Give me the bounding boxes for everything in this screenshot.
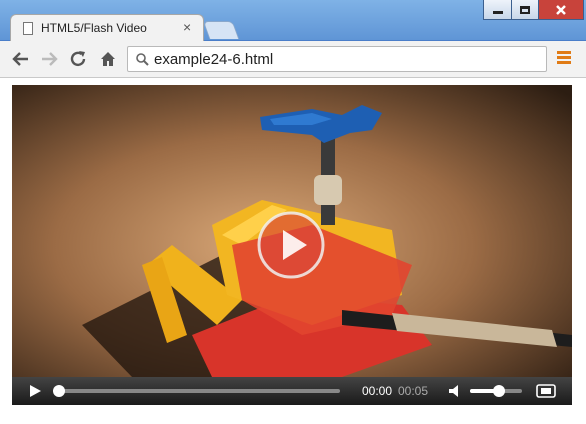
- minimize-icon: [492, 11, 503, 14]
- duration: 00:05: [398, 384, 429, 398]
- minimize-button[interactable]: [483, 0, 512, 20]
- maximize-button[interactable]: [511, 0, 539, 20]
- tab-close-icon[interactable]: ×: [183, 19, 191, 35]
- seek-knob[interactable]: [53, 385, 65, 397]
- search-icon: [136, 53, 149, 66]
- document-icon: [23, 22, 33, 35]
- close-window-button[interactable]: [538, 0, 584, 20]
- volume-knob[interactable]: [492, 385, 505, 397]
- volume-icon[interactable]: [448, 384, 464, 398]
- video-controls: 00:00 00:05: [12, 377, 572, 405]
- fullscreen-icon[interactable]: [536, 384, 556, 398]
- address-bar[interactable]: [127, 46, 547, 72]
- browser-window: HTML5/Flash Video × example24-6.html 00:…: [0, 0, 586, 424]
- home-icon: [101, 52, 115, 66]
- menu-icon[interactable]: [557, 51, 571, 66]
- seek-bar[interactable]: [53, 385, 340, 397]
- forward-button[interactable]: [39, 49, 59, 69]
- tab-title: HTML5/Flash Video: [41, 21, 147, 35]
- back-arrow-icon: [12, 52, 28, 66]
- tab-html5-flash-video[interactable]: HTML5/Flash Video ×: [10, 14, 204, 42]
- play-icon[interactable]: [28, 384, 42, 398]
- forward-arrow-icon: [42, 52, 58, 66]
- play-overlay-icon[interactable]: [256, 210, 326, 280]
- close-icon: [556, 4, 566, 15]
- video-player[interactable]: 00:00 00:05: [12, 85, 572, 405]
- current-time: 00:00: [362, 384, 393, 398]
- reload-button[interactable]: [68, 49, 88, 69]
- page-content: 00:00 00:05: [0, 78, 586, 424]
- url-input[interactable]: [154, 49, 534, 69]
- maximize-icon: [520, 5, 530, 14]
- volume-slider[interactable]: [470, 385, 522, 397]
- reload-icon: [70, 51, 86, 67]
- new-tab-button[interactable]: [202, 21, 240, 39]
- home-button[interactable]: [98, 49, 118, 69]
- browser-toolbar: [0, 41, 586, 78]
- back-button[interactable]: [11, 49, 31, 69]
